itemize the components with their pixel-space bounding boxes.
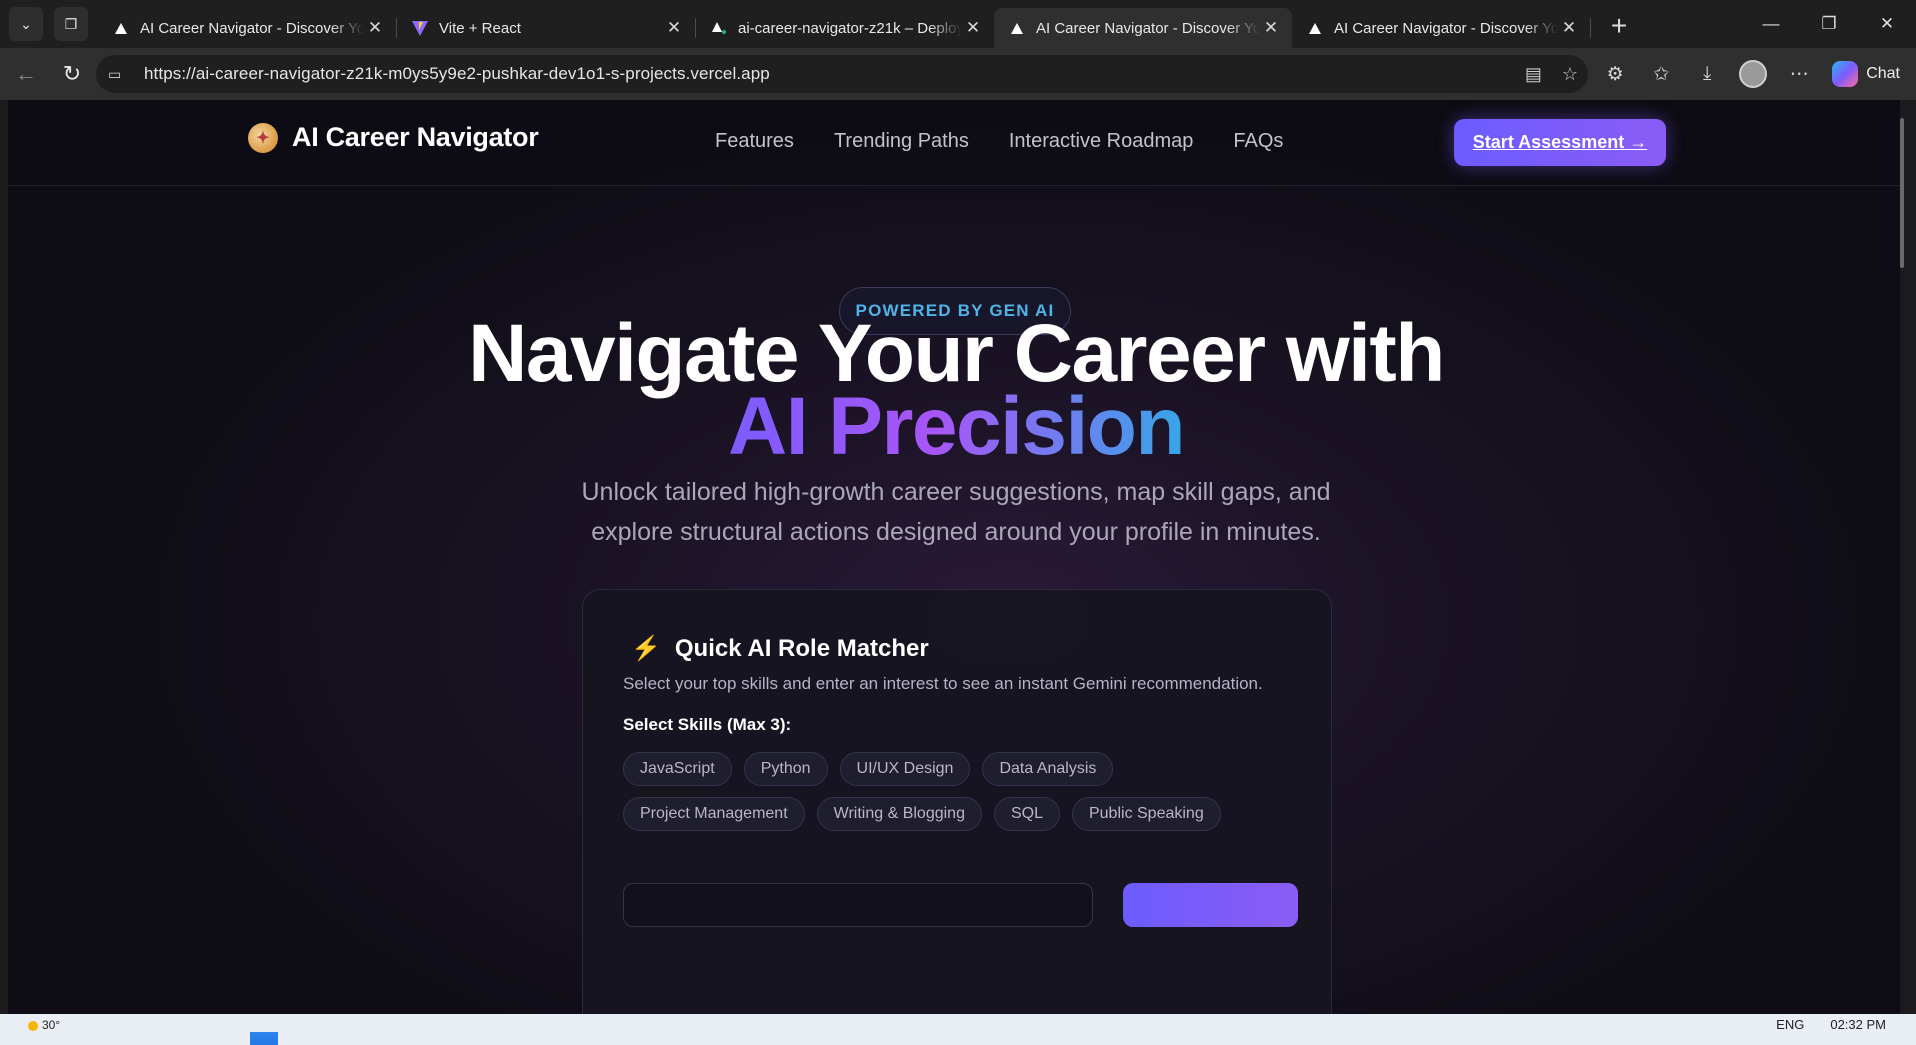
interest-input[interactable] [623, 883, 1093, 927]
skill-chip-javascript[interactable]: JavaScript [623, 752, 732, 786]
site-nav-links: Features Trending Paths Interactive Road… [715, 130, 1283, 153]
browser-tab[interactable]: ai-career-navigator-z21k – Deploy ✕ [696, 8, 994, 48]
tab-title: AI Career Navigator - Discover Your [140, 19, 364, 37]
vercel-triangle-icon [1306, 19, 1324, 37]
close-icon[interactable]: ✕ [364, 18, 386, 38]
card-title: ⚡ Quick AI Role Matcher [631, 634, 929, 663]
reader-view-icon[interactable]: ▤ [1525, 64, 1542, 85]
browser-tab-strip: ⌄ ❐ AI Career Navigator - Discover Your … [0, 0, 1916, 48]
start-assessment-button[interactable]: Start Assessment → [1454, 119, 1666, 166]
skill-chip-public-speaking[interactable]: Public Speaking [1071, 797, 1221, 831]
tab-title: ai-career-navigator-z21k – Deploy [738, 19, 962, 37]
card-description: Select your top skills and enter an inte… [623, 674, 1263, 693]
quick-role-matcher-card: ⚡ Quick AI Role Matcher Select your top … [582, 589, 1332, 1014]
copilot-icon [1832, 61, 1859, 87]
tab-list: AI Career Navigator - Discover Your ✕ Vi… [98, 0, 1639, 48]
url-text: https://ai-career-navigator-z21k-m0ys5y9… [144, 64, 770, 83]
clock[interactable]: 02:32 PM [1830, 1017, 1886, 1032]
close-icon[interactable]: ✕ [663, 18, 685, 38]
skill-chip-sql[interactable]: SQL [993, 797, 1060, 831]
tab-title: Vite + React [439, 19, 521, 37]
minimize-icon[interactable]: — [1742, 0, 1800, 48]
browser-tab[interactable]: AI Career Navigator - Discover Your ✕ [98, 8, 396, 48]
hero-title-highlight: AI Precision [728, 381, 1185, 472]
browser-toolbar: ⚙ ✩ ⤓ ⋯ Chat [1592, 48, 1916, 100]
browser-tab[interactable]: AI Career Navigator - Discover Your ✕ [1292, 8, 1590, 48]
hero-subtitle-line2: explore structural actions designed arou… [591, 518, 1321, 546]
skill-chip-python[interactable]: Python [743, 752, 828, 786]
card-title-text: Quick AI Role Matcher [674, 634, 929, 662]
match-role-button[interactable] [1123, 883, 1298, 927]
new-tab-plus-icon[interactable]: + [1599, 6, 1639, 46]
favorites-icon[interactable]: ✩ [1638, 48, 1684, 100]
window-close-icon[interactable]: ✕ [1858, 0, 1916, 48]
close-icon[interactable]: ✕ [1558, 18, 1580, 38]
site-header: ✦ AI Career Navigator Features Trending … [8, 100, 1904, 186]
copilot-chat-button[interactable]: Chat [1822, 61, 1916, 87]
sun-icon [28, 1020, 38, 1031]
weather-widget[interactable]: 30° [28, 1018, 60, 1032]
extensions-icon[interactable]: ⚙ [1592, 48, 1638, 100]
chat-label: Chat [1866, 65, 1900, 82]
skill-chips: JavaScript Python UI/UX Design Data Anal… [623, 752, 1283, 831]
site-info-icon[interactable]: ▭ [108, 66, 130, 83]
page-viewport: ✦ AI Career Navigator Features Trending … [8, 100, 1904, 1014]
browser-tab[interactable]: Vite + React ✕ [397, 8, 695, 48]
more-options-icon[interactable]: ⋯ [1776, 48, 1822, 100]
address-bar[interactable]: ▭ https://ai-career-navigator-z21k-m0ys5… [96, 55, 1588, 93]
close-icon[interactable]: ✕ [962, 18, 984, 38]
hero-subtitle-line1: Unlock tailored high-growth career sugge… [581, 478, 1331, 506]
skill-chip-ui-ux-design[interactable]: UI/UX Design [839, 752, 971, 786]
os-taskbar: 30° ENG 02:32 PM [0, 1014, 1916, 1045]
close-icon[interactable]: ✕ [1260, 18, 1282, 38]
lightning-bolt-icon: ⚡ [631, 635, 661, 662]
compass-icon: ✦ [248, 122, 278, 153]
skill-chip-data-analysis[interactable]: Data Analysis [982, 752, 1114, 786]
tab-title: AI Career Navigator - Discover Your [1036, 19, 1260, 37]
refresh-icon[interactable]: ↻ [54, 56, 90, 92]
vite-icon [411, 19, 429, 37]
brand-logo[interactable]: ✦ AI Career Navigator [248, 122, 539, 153]
nav-link-interactive-roadmap[interactable]: Interactive Roadmap [1009, 130, 1194, 153]
skills-label: Select Skills (Max 3): [623, 715, 792, 734]
favorite-star-icon[interactable]: ☆ [1562, 64, 1578, 85]
hero-title-line2: AI Precision [8, 380, 1904, 474]
back-arrow-icon[interactable]: ← [8, 56, 44, 92]
nav-link-features[interactable]: Features [715, 130, 794, 153]
tab-actions-chevron-icon[interactable]: ⌄ [9, 7, 43, 41]
language-indicator[interactable]: ENG [1776, 1017, 1804, 1032]
workspaces-icon[interactable]: ❐ [54, 7, 88, 41]
windows-start-icon[interactable] [250, 1032, 278, 1045]
skill-chip-project-management[interactable]: Project Management [623, 797, 805, 831]
downloads-icon[interactable]: ⤓ [1684, 48, 1730, 100]
brand-name: AI Career Navigator [292, 122, 539, 152]
window-controls: — ❐ ✕ [1742, 0, 1916, 48]
address-bar-actions: ▤ ☆ [1525, 55, 1578, 93]
nav-link-trending-paths[interactable]: Trending Paths [834, 130, 969, 153]
browser-tab-active[interactable]: AI Career Navigator - Discover Your ✕ [994, 8, 1292, 48]
restore-icon[interactable]: ❐ [1800, 0, 1858, 48]
tab-divider [1590, 18, 1591, 38]
profile-avatar[interactable] [1730, 48, 1776, 100]
address-toolbar: ← ↻ ▭ https://ai-career-navigator-z21k-m… [0, 48, 1916, 100]
vercel-triangle-icon [1008, 19, 1026, 37]
vercel-deploy-icon [710, 19, 728, 37]
avatar [1739, 60, 1768, 88]
skill-chip-writing-blogging[interactable]: Writing & Blogging [816, 797, 982, 831]
vercel-triangle-icon [112, 19, 130, 37]
system-tray: ENG 02:32 PM [1776, 1014, 1916, 1045]
tab-title: AI Career Navigator - Discover Your [1334, 19, 1558, 37]
scrollbar-thumb[interactable] [1900, 118, 1904, 268]
temperature: 30° [42, 1018, 61, 1032]
nav-link-faqs[interactable]: FAQs [1233, 130, 1283, 153]
